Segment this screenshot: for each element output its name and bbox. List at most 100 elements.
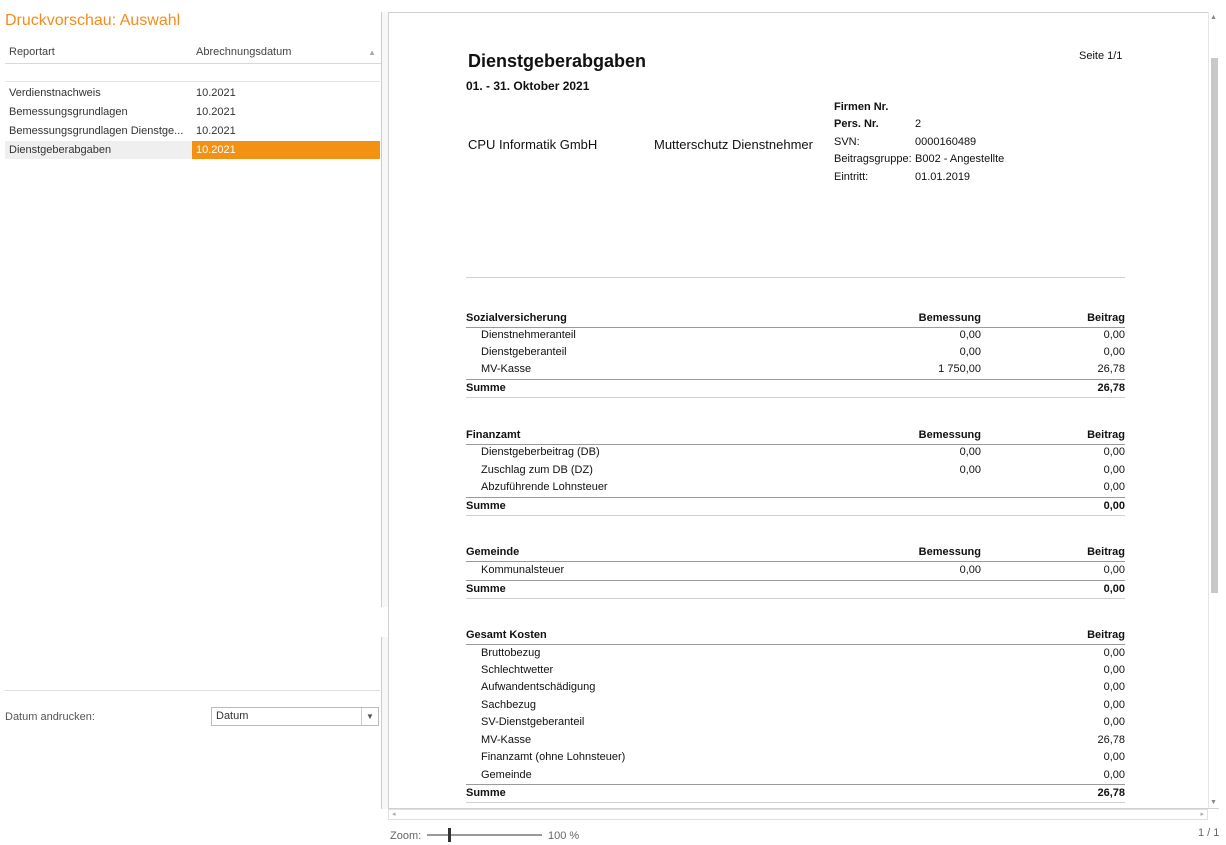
sort-ascending-icon[interactable]: ▲ bbox=[368, 42, 376, 63]
row-beitrag: 0,00 bbox=[1103, 647, 1125, 659]
svn-label: SVN: bbox=[834, 136, 860, 148]
row-beitrag: 0,00 bbox=[1103, 481, 1125, 493]
summe-value: 0,00 bbox=[1103, 583, 1125, 595]
summe-label: Summe bbox=[466, 787, 506, 799]
section-line bbox=[466, 444, 1125, 445]
chevron-down-icon[interactable]: ▼ bbox=[361, 708, 378, 725]
section-line bbox=[466, 327, 1125, 328]
zoom-slider-thumb[interactable] bbox=[448, 828, 451, 842]
section-line bbox=[466, 497, 1125, 498]
zoom-value: 100 % bbox=[548, 830, 580, 842]
list-item-selected[interactable]: Dienstgeberabgaben 10.2021 bbox=[5, 141, 380, 159]
section-title-gemeinde: Gemeinde bbox=[466, 546, 520, 558]
column-header-abrechnungsdatum-label: Abrechnungsdatum bbox=[196, 46, 292, 58]
col-header-bemessung: Bemessung bbox=[918, 429, 981, 441]
section-line bbox=[466, 598, 1125, 599]
row-label: Schlechtwetter bbox=[481, 664, 554, 676]
col-header-beitrag: Beitrag bbox=[1087, 546, 1125, 558]
zoom-slider-track[interactable] bbox=[427, 834, 542, 836]
company-name: CPU Informatik GmbH bbox=[468, 137, 598, 152]
section-title-gesamt-kosten: Gesamt Kosten bbox=[466, 629, 547, 641]
list-item-reportart: Dienstgeberabgaben bbox=[9, 144, 112, 156]
row-label: Gemeinde bbox=[481, 769, 532, 781]
col-header-beitrag: Beitrag bbox=[1087, 312, 1125, 324]
vertical-scroll-thumb[interactable] bbox=[1211, 58, 1218, 593]
list-item-reportart: Bemessungsgrundlagen bbox=[9, 106, 128, 118]
eintritt-label: Eintritt: bbox=[834, 171, 869, 183]
row-beitrag: 0,00 bbox=[1103, 664, 1125, 676]
beitragsgruppe-value: B002 - Angestellte bbox=[915, 153, 1005, 165]
row-label: SV-Dienstgeberanteil bbox=[481, 716, 585, 728]
row-beitrag: 0,00 bbox=[1103, 464, 1125, 476]
row-beitrag: 0,00 bbox=[1103, 446, 1125, 458]
scroll-up-icon[interactable]: ▲ bbox=[1210, 14, 1217, 21]
row-label: Finanzamt (ohne Lohnsteuer) bbox=[481, 751, 626, 763]
row-label: Abzuführende Lohnsteuer bbox=[481, 481, 608, 493]
list-item-datum: 10.2021 bbox=[192, 141, 380, 159]
list-item-datum: 10.2021 bbox=[196, 106, 236, 118]
row-label: Aufwandentschädigung bbox=[481, 681, 596, 693]
page-count: 1 / 1 bbox=[1198, 827, 1220, 839]
row-bemessung: 0,00 bbox=[959, 346, 981, 358]
col-header-beitrag: Beitrag bbox=[1087, 429, 1125, 441]
summe-label: Summe bbox=[466, 500, 506, 512]
pers-nr-value: 2 bbox=[915, 118, 922, 130]
beitragsgruppe-label: Beitragsgruppe: bbox=[834, 153, 912, 165]
list-item-datum: 10.2021 bbox=[196, 87, 236, 99]
row-beitrag: 26,78 bbox=[1097, 734, 1125, 746]
list-item[interactable]: Bemessungsgrundlagen Dienstge... 10.2021 bbox=[5, 122, 380, 140]
row-label: Dienstgeberbeitrag (DB) bbox=[481, 446, 600, 458]
row-beitrag: 0,00 bbox=[1103, 564, 1125, 576]
row-beitrag: 0,00 bbox=[1103, 751, 1125, 763]
horizontal-scrollbar[interactable]: ◂ ▸ bbox=[388, 809, 1208, 820]
eintritt-value: 01.01.2019 bbox=[915, 171, 971, 183]
row-bemessung: 0,00 bbox=[959, 564, 981, 576]
firmen-nr-label: Firmen Nr. bbox=[834, 101, 889, 113]
section-line bbox=[466, 515, 1125, 516]
vertical-scrollbar[interactable]: ▲ ▼ bbox=[1208, 12, 1220, 808]
row-label: Bruttobezug bbox=[481, 647, 541, 659]
list-item[interactable]: Bemessungsgrundlagen 10.2021 bbox=[5, 103, 380, 121]
section-line bbox=[466, 561, 1125, 562]
section-title-finanzamt: Finanzamt bbox=[466, 429, 521, 441]
panel-title: Druckvorschau: Auswahl bbox=[5, 12, 181, 29]
summe-label: Summe bbox=[466, 583, 506, 595]
svn-value: 0000160489 bbox=[915, 136, 977, 148]
section-line bbox=[466, 802, 1125, 803]
scroll-down-icon[interactable]: ▼ bbox=[1210, 799, 1217, 806]
summe-value: 26,78 bbox=[1097, 382, 1125, 394]
row-beitrag: 0,00 bbox=[1103, 329, 1125, 341]
datum-andrucken-select[interactable]: Datum ▼ bbox=[211, 707, 379, 726]
row-label: Kommunalsteuer bbox=[481, 564, 565, 576]
row-label: Zuschlag zum DB (DZ) bbox=[481, 464, 593, 476]
section-line bbox=[466, 397, 1125, 398]
scroll-right-icon[interactable]: ▸ bbox=[1200, 810, 1204, 818]
scroll-left-icon[interactable]: ◂ bbox=[392, 810, 396, 818]
report-title: Dienstgeberabgaben bbox=[468, 51, 647, 71]
row-label: MV-Kasse bbox=[481, 363, 532, 375]
list-item-datum: 10.2021 bbox=[196, 125, 236, 137]
col-header-bemessung: Bemessung bbox=[918, 546, 981, 558]
list-item[interactable]: Verdienstnachweis 10.2021 bbox=[5, 84, 380, 102]
row-bemessung: 0,00 bbox=[959, 446, 981, 458]
column-header-reportart[interactable]: Reportart bbox=[5, 42, 195, 64]
datum-select-value: Datum bbox=[216, 710, 249, 722]
summe-label: Summe bbox=[466, 382, 506, 394]
list-item-reportart: Bemessungsgrundlagen Dienstge... bbox=[9, 125, 184, 137]
section-line bbox=[466, 580, 1125, 581]
filter-row-divider bbox=[5, 81, 380, 82]
row-label: Dienstgeberanteil bbox=[481, 346, 567, 358]
zoom-label: Zoom: bbox=[390, 830, 422, 842]
row-beitrag: 26,78 bbox=[1097, 363, 1125, 375]
column-header-abrechnungsdatum[interactable]: Abrechnungsdatum ▲ bbox=[194, 42, 382, 64]
summe-value: 26,78 bbox=[1097, 787, 1125, 799]
section-title-sozialversicherung: Sozialversicherung bbox=[466, 312, 567, 324]
col-header-bemessung: Bemessung bbox=[918, 312, 981, 324]
section-line bbox=[466, 784, 1125, 785]
datum-andrucken-label: Datum andrucken: bbox=[5, 711, 95, 723]
row-label: MV-Kasse bbox=[481, 734, 532, 746]
row-beitrag: 0,00 bbox=[1103, 769, 1125, 781]
row-label: Dienstnehmeranteil bbox=[481, 329, 576, 341]
row-beitrag: 0,00 bbox=[1103, 716, 1125, 728]
row-beitrag: 0,00 bbox=[1103, 681, 1125, 693]
